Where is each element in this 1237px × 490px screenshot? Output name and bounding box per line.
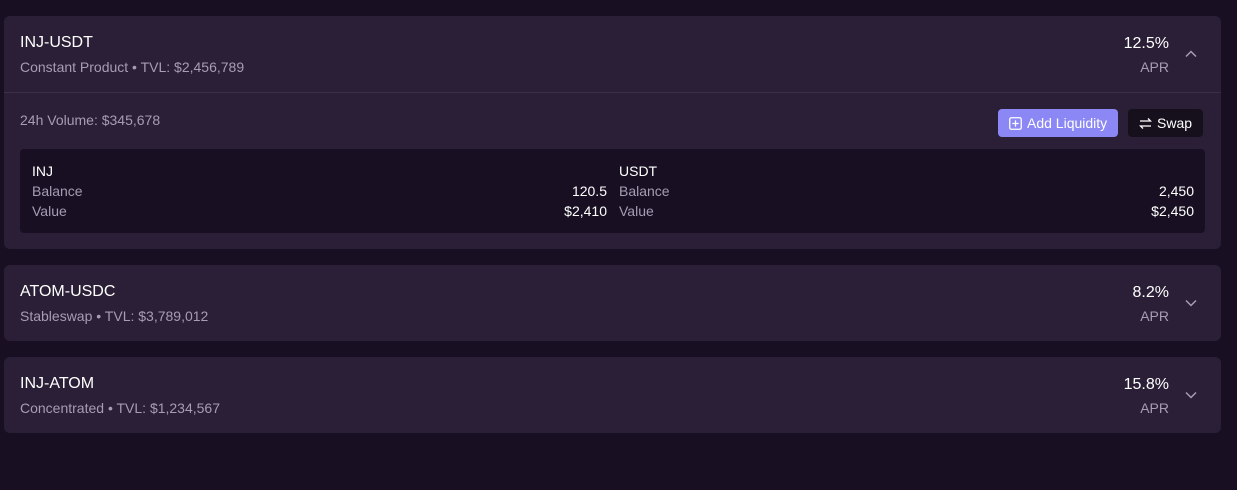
plus-square-icon (1009, 116, 1022, 130)
add-liquidity-label: Add Liquidity (1027, 115, 1108, 131)
pool-subtitle: Concentrated • TVL: $1,234,567 (20, 400, 221, 416)
swap-button[interactable]: Swap (1128, 109, 1204, 137)
chevron-down-icon[interactable] (1183, 387, 1199, 403)
apr-label: APR (1140, 400, 1169, 416)
token-symbol: USDT (619, 163, 658, 179)
token-symbol: INJ (32, 163, 53, 179)
volume-24h: 24h Volume: $345,678 (20, 112, 161, 128)
add-liquidity-button[interactable]: Add Liquidity (998, 109, 1119, 137)
balance-label: Balance (619, 183, 670, 199)
pool-header[interactable]: ATOM-USDC Stableswap • TVL: $3,789,012 8… (4, 265, 1221, 341)
swap-label: Swap (1157, 115, 1193, 131)
pool-name: ATOM-USDC (20, 283, 116, 300)
pool-subtitle: Stableswap • TVL: $3,789,012 (20, 308, 209, 324)
pool-subtitle: Constant Product • TVL: $2,456,789 (20, 59, 245, 75)
chevron-down-icon[interactable] (1183, 295, 1199, 311)
pool-header[interactable]: INJ-ATOM Concentrated • TVL: $1,234,567 … (4, 357, 1221, 433)
pool-card-inj-usdt: INJ-USDT Constant Product • TVL: $2,456,… (4, 16, 1221, 249)
value-amount: $2,450 (1151, 203, 1194, 219)
apr-value: 15.8% (1123, 376, 1169, 393)
apr-value: 12.5% (1123, 35, 1169, 52)
pool-header[interactable]: INJ-USDT Constant Product • TVL: $2,456,… (4, 16, 1221, 92)
value-amount: $2,410 (564, 203, 607, 219)
pool-name: INJ-ATOM (20, 375, 95, 392)
balance-label: Balance (32, 183, 83, 199)
chevron-up-icon[interactable] (1183, 46, 1199, 62)
pool-card-atom-usdc: ATOM-USDC Stableswap • TVL: $3,789,012 8… (4, 265, 1221, 341)
value-label: Value (619, 203, 654, 219)
balance-value: 2,450 (1158, 183, 1194, 199)
pool-name: INJ-USDT (20, 34, 93, 51)
token-column-usdt: USDT Balance 2,450 Value $2,450 (619, 149, 1194, 233)
apr-label: APR (1140, 308, 1169, 324)
token-balances: INJ Balance 120.5 Value $2,410 USDT Bala… (20, 149, 1205, 233)
apr-value: 8.2% (1132, 284, 1169, 301)
value-label: Value (32, 203, 67, 219)
swap-arrows-icon (1139, 117, 1152, 129)
balance-value: 120.5 (571, 183, 607, 199)
pool-card-inj-atom: INJ-ATOM Concentrated • TVL: $1,234,567 … (4, 357, 1221, 433)
token-column-inj: INJ Balance 120.5 Value $2,410 (32, 149, 607, 233)
apr-label: APR (1140, 59, 1169, 75)
pool-details: 24h Volume: $345,678 Add Liquidity Swap … (4, 92, 1221, 249)
